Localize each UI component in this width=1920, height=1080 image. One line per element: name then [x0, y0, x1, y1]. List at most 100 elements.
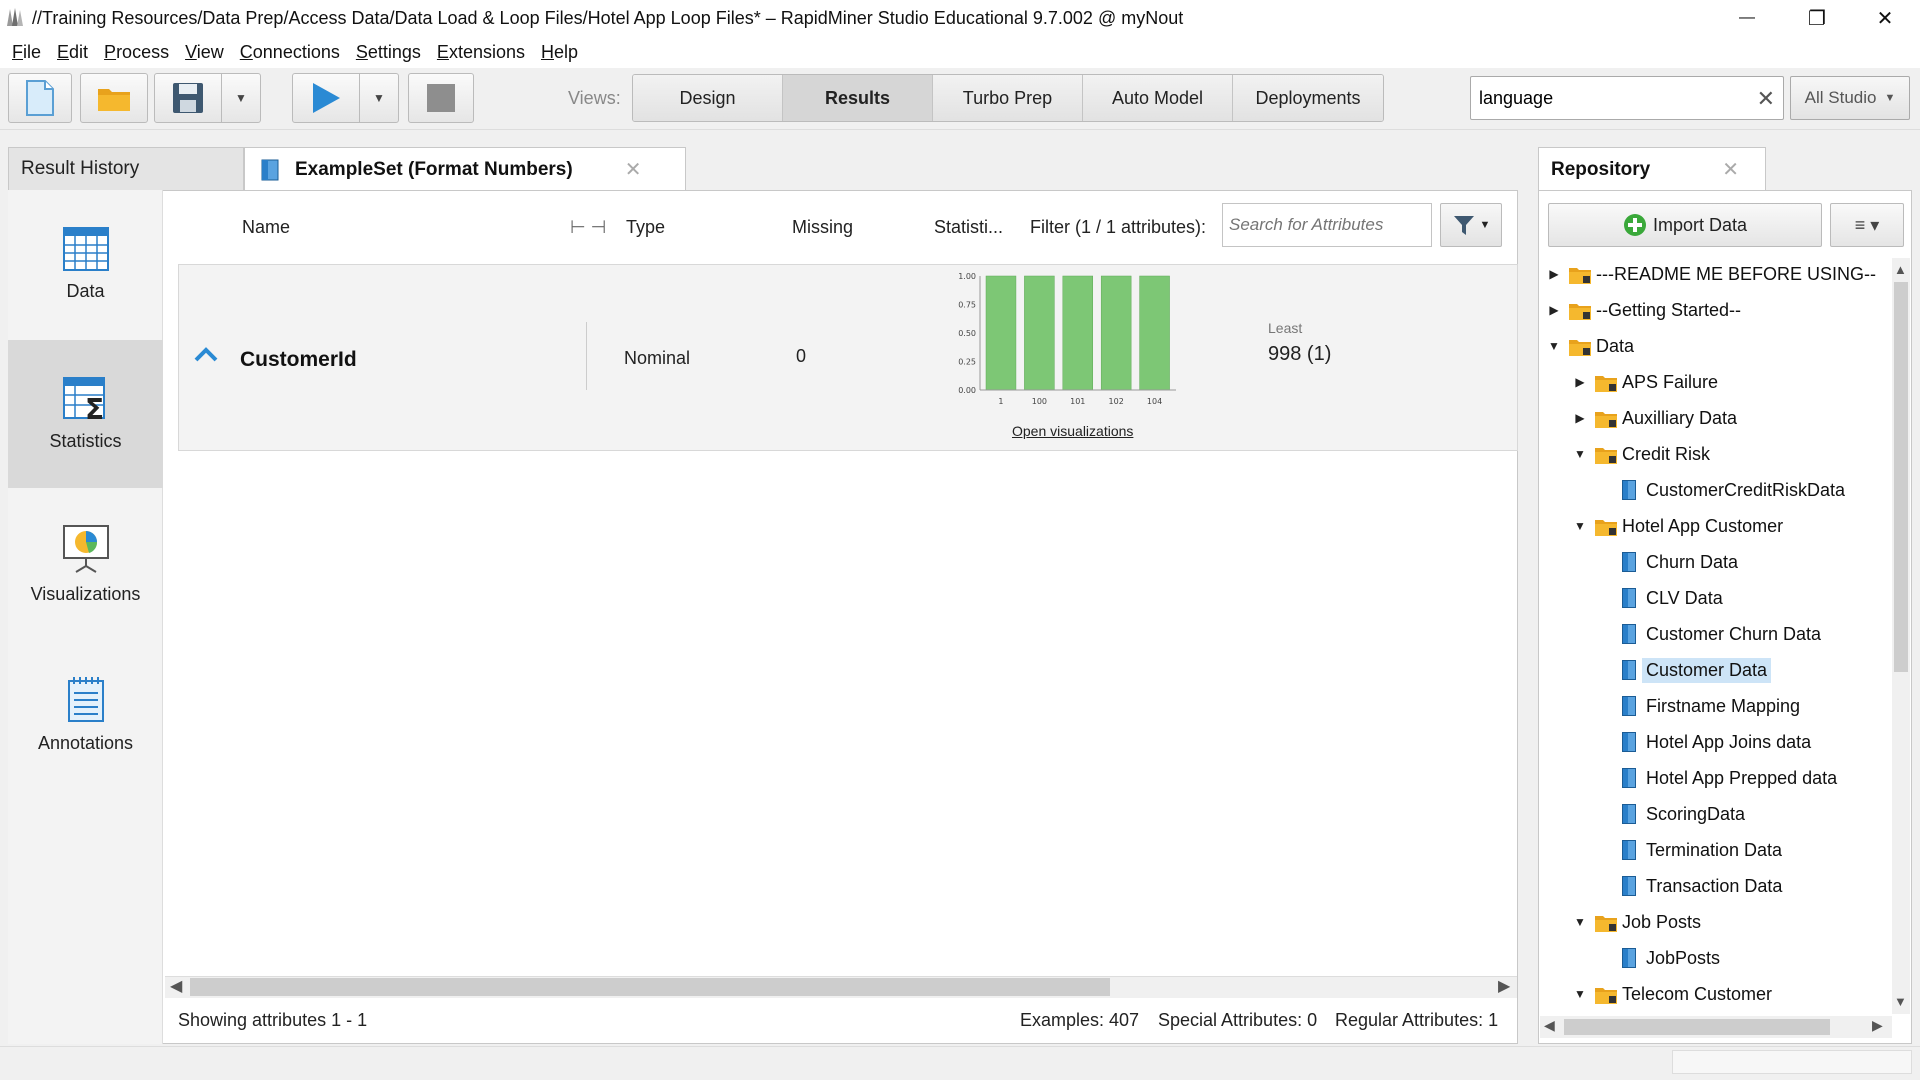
scroll-right-icon[interactable]: ▶	[1872, 1017, 1883, 1034]
tree-item[interactable]: Hotel App Joins data	[1540, 726, 1811, 758]
expanded-caret-icon[interactable]: ▼	[1572, 519, 1588, 533]
tree-item[interactable]: ▼ Job Posts	[1540, 906, 1701, 938]
restore-button[interactable]: ❐	[1782, 0, 1852, 36]
collapsed-caret-icon[interactable]: ▶	[1546, 267, 1562, 281]
collapse-row-button[interactable]	[194, 346, 218, 367]
menu-view[interactable]: View	[185, 42, 224, 63]
nav-annotations[interactable]: Annotations	[8, 640, 163, 788]
column-header-type[interactable]: Type	[626, 217, 665, 238]
tree-item[interactable]: ▼ Hotel App Customer	[1540, 510, 1783, 542]
tree-item[interactable]: CLV Data	[1540, 582, 1723, 614]
view-tab-design[interactable]: Design	[633, 75, 783, 121]
scrollbar-thumb[interactable]	[190, 978, 1110, 996]
menu-connections[interactable]: Connections	[240, 42, 340, 63]
menu-help[interactable]: Help	[541, 42, 578, 63]
tree-item[interactable]: ▼ Telecom Customer	[1540, 978, 1772, 1010]
scroll-up-icon[interactable]: ▲	[1894, 262, 1907, 277]
expanded-caret-icon[interactable]: ▼	[1572, 987, 1588, 1001]
data-table-icon	[1622, 552, 1636, 572]
search-scope-dropdown[interactable]: All Studio ▼	[1790, 76, 1910, 120]
scrollbar-thumb[interactable]	[1894, 282, 1908, 672]
new-process-button[interactable]	[8, 73, 72, 123]
column-header-statistics[interactable]: Statisti...	[934, 217, 1003, 238]
collapsed-caret-icon[interactable]: ▶	[1572, 375, 1588, 389]
close-window-button[interactable]: ✕	[1850, 0, 1920, 36]
tree-item[interactable]: ▶ APS Failure	[1540, 366, 1718, 398]
stop-process-button[interactable]	[408, 73, 474, 123]
tree-item[interactable]: ▼ Credit Risk	[1540, 438, 1710, 470]
tab-result-history[interactable]: Result History	[8, 147, 244, 191]
run-process-button[interactable]	[292, 73, 360, 123]
menu-extensions[interactable]: Extensions	[437, 42, 525, 63]
column-header-missing[interactable]: Missing	[792, 217, 853, 238]
close-tab-icon[interactable]: ✕	[625, 157, 642, 182]
menu-settings[interactable]: Settings	[356, 42, 421, 63]
tree-item[interactable]: Customer Data	[1540, 654, 1772, 686]
column-header-name[interactable]: Name	[242, 217, 290, 238]
clear-search-icon[interactable]: ✕	[1757, 86, 1775, 112]
histogram-bar	[1024, 275, 1055, 391]
presentation-chart-icon	[62, 524, 109, 573]
tab-repository[interactable]: Repository ✕	[1538, 147, 1766, 191]
column-resize-icon[interactable]: ⊢ ⊣	[570, 217, 606, 238]
scrollbar-thumb[interactable]	[1564, 1019, 1830, 1035]
view-tab-deployments[interactable]: Deployments	[1233, 75, 1383, 121]
tree-item[interactable]: Termination Data	[1540, 834, 1782, 866]
tree-item[interactable]: Firstname Mapping	[1540, 690, 1800, 722]
open-visualizations-link[interactable]: Open visualizations	[1012, 423, 1133, 439]
y-axis-ticks: 0.00 0.25 0.50 0.75 1.00	[958, 272, 976, 395]
attribute-filter-button[interactable]: ▼	[1440, 203, 1502, 247]
scroll-left-icon[interactable]: ◀	[1544, 1017, 1555, 1034]
minimize-button[interactable]: —	[1712, 0, 1782, 36]
save-button[interactable]	[154, 73, 222, 123]
data-table-icon	[1622, 732, 1636, 752]
tree-item[interactable]: ▶ Auxilliary Data	[1540, 402, 1737, 434]
nav-visualizations[interactable]: Visualizations	[8, 490, 163, 638]
tree-item-label: JobPosts	[1646, 947, 1721, 968]
tree-item[interactable]: Transaction Data	[1540, 870, 1782, 902]
repository-menu-button[interactable]: ≡ ▾	[1830, 203, 1904, 247]
tree-item-label: Job Posts	[1622, 911, 1702, 932]
scroll-left-icon[interactable]: ◀	[170, 976, 182, 996]
close-tab-icon[interactable]: ✕	[1722, 157, 1739, 182]
menu-file[interactable]: File	[12, 42, 41, 63]
collapsed-caret-icon[interactable]: ▶	[1546, 303, 1562, 317]
locked-folder-icon	[1594, 445, 1618, 464]
nav-statistics[interactable]: Σ Statistics	[8, 340, 163, 488]
run-dropdown-button[interactable]: ▼	[359, 73, 399, 123]
tree-item[interactable]: ScoringData	[1540, 798, 1745, 830]
menu-process[interactable]: Process	[104, 42, 169, 63]
collapsed-caret-icon[interactable]: ▶	[1572, 411, 1588, 425]
tree-item[interactable]: ▶ ---README ME BEFORE USING--	[1540, 258, 1876, 290]
examples-count: Examples: 407	[1020, 1010, 1140, 1030]
scroll-right-icon[interactable]: ▶	[1498, 976, 1510, 996]
showing-attributes-status: Showing attributes 1 - 1	[178, 1010, 368, 1030]
attribute-histogram[interactable]: 0.00 0.25 0.50 0.75 1.00 1 100 101 102 104	[940, 268, 1240, 418]
view-tab-results[interactable]: Results	[783, 75, 933, 121]
table-icon	[62, 226, 109, 271]
attribute-search-input[interactable]	[1222, 203, 1432, 247]
expanded-caret-icon[interactable]: ▼	[1572, 447, 1588, 461]
tree-item[interactable]: Hotel App Prepped data	[1540, 762, 1837, 794]
menu-edit[interactable]: Edit	[57, 42, 88, 63]
tree-item[interactable]: ▼ Data	[1540, 330, 1634, 362]
tree-item[interactable]: Customer Churn Data	[1540, 618, 1821, 650]
svg-text:Σ: Σ	[85, 393, 104, 421]
open-process-button[interactable]	[80, 73, 148, 123]
scroll-down-icon[interactable]: ▼	[1894, 994, 1907, 1009]
import-data-button[interactable]: Import Data	[1548, 203, 1822, 247]
save-dropdown-button[interactable]: ▼	[221, 73, 261, 123]
tab-exampleset[interactable]: ExampleSet (Format Numbers) ✕	[244, 147, 686, 191]
nav-data[interactable]: Data	[8, 190, 163, 338]
tree-item[interactable]: ▶ --Getting Started--	[1540, 294, 1741, 326]
tree-item[interactable]: CustomerCreditRiskData	[1540, 474, 1845, 506]
tree-item[interactable]: Churn Data	[1540, 546, 1738, 578]
tree-item[interactable]: JobPosts	[1540, 942, 1720, 974]
view-tab-auto-model[interactable]: Auto Model	[1083, 75, 1233, 121]
data-table-icon	[1622, 588, 1636, 608]
expanded-caret-icon[interactable]: ▼	[1572, 915, 1588, 929]
expanded-caret-icon[interactable]: ▼	[1546, 339, 1562, 353]
view-tab-turbo-prep[interactable]: Turbo Prep	[933, 75, 1083, 121]
global-search-input[interactable]	[1477, 87, 1737, 110]
regular-attributes-count: Regular Attributes: 1	[1335, 1010, 1499, 1030]
